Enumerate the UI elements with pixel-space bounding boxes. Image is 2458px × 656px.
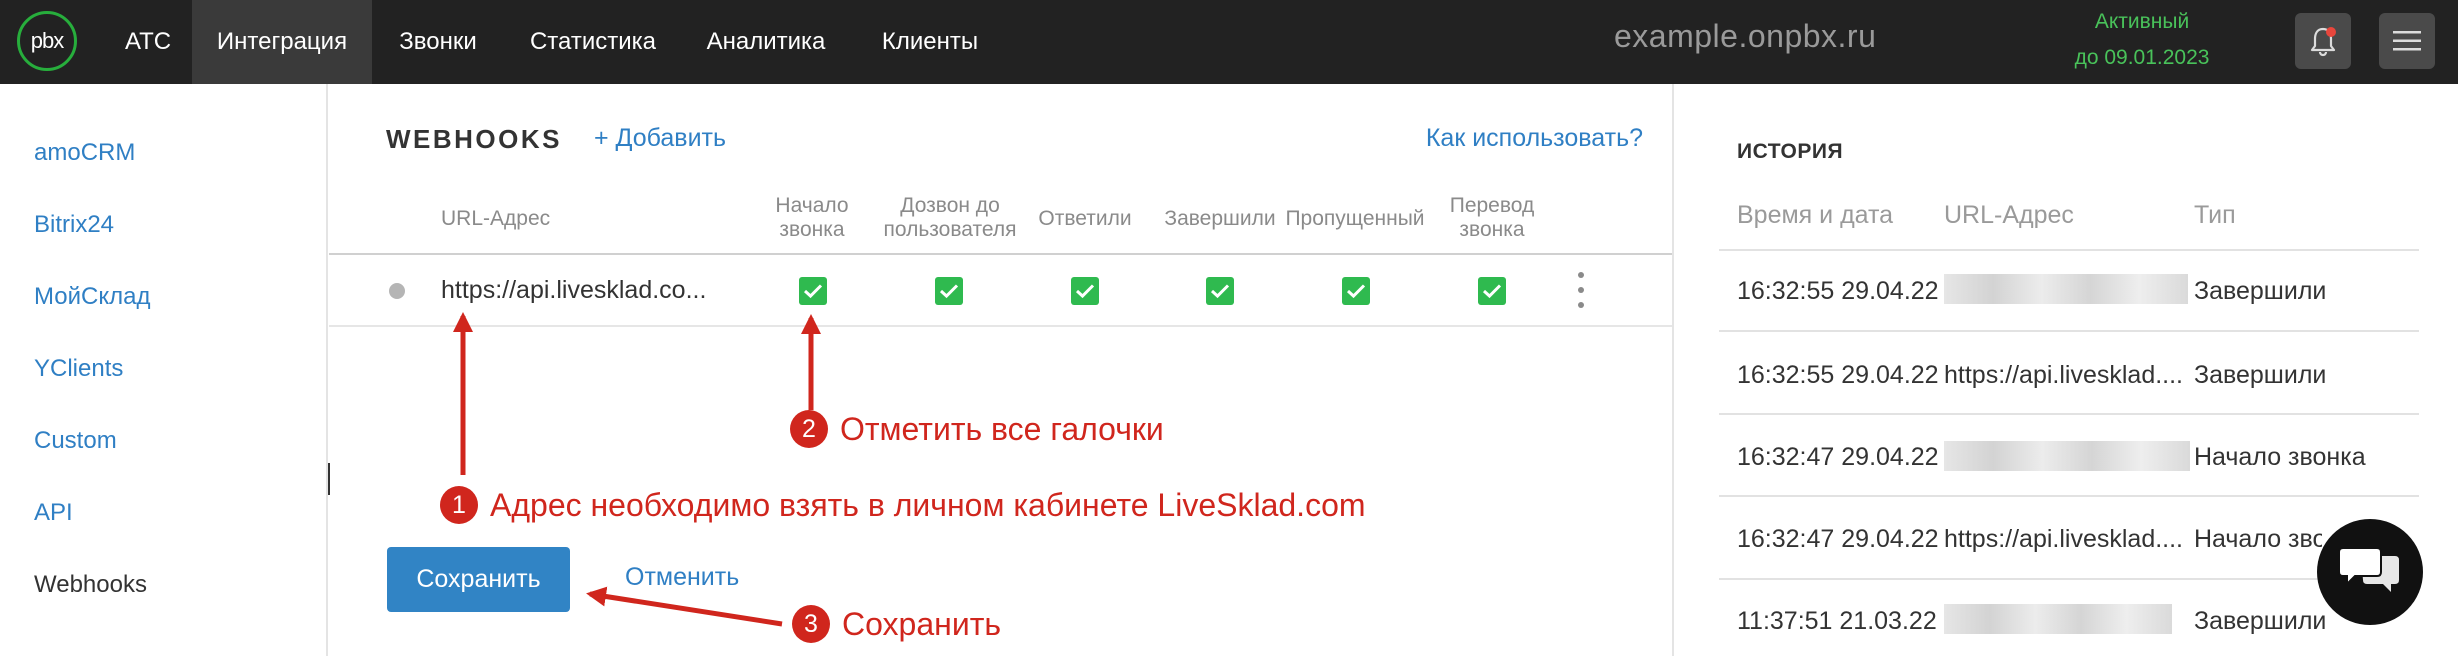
- history-url: https://api.livesklad....: [1944, 361, 2184, 389]
- history-datetime: 16:32:47 29.04.22: [1737, 525, 1939, 553]
- history-row-divider: [1719, 330, 2419, 332]
- history-datetime: 11:37:51 21.03.22: [1737, 607, 1937, 635]
- history-header-divider: [1719, 249, 2419, 251]
- history-datetime: 16:32:55 29.04.22: [1737, 277, 1939, 305]
- chat-bubbles-icon: [2338, 547, 2399, 592]
- history-datetime: 16:32:47 29.04.22: [1737, 443, 1939, 471]
- history-type: Завершили: [2194, 277, 2327, 305]
- history-type: Завершили: [2194, 607, 2327, 635]
- annotation-badge: 1: [440, 486, 478, 524]
- annotation-text: Сохранить: [842, 605, 1002, 642]
- annotation-1: 1 Адрес необходимо взять в личном кабине…: [440, 486, 1366, 524]
- redacted-url: [1944, 274, 2188, 304]
- history-datetime: 16:32:55 29.04.22: [1737, 361, 1939, 389]
- history-row-divider: [1719, 495, 2419, 497]
- history-type: Завершили: [2194, 361, 2327, 389]
- history-header-type: Тип: [2194, 201, 2236, 229]
- annotation-2: 2 Отметить все галочки: [790, 410, 1164, 448]
- history-url: https://api.livesklad....: [1944, 525, 2184, 553]
- annotation-text: Адрес необходимо взять в личном кабинете…: [490, 486, 1366, 523]
- redacted-url: [1944, 441, 2190, 471]
- history-header-url: URL-Адрес: [1944, 201, 2074, 229]
- annotation-3: 3 Сохранить: [792, 605, 1001, 643]
- chat-widget-button[interactable]: [2317, 519, 2423, 625]
- annotation-badge: 2: [790, 410, 828, 448]
- redacted-url: [1944, 604, 2172, 634]
- history-header-datetime: Время и дата: [1737, 201, 1894, 229]
- history-row-divider: [1719, 413, 2419, 415]
- arrow-3: [586, 586, 783, 627]
- history-row-divider: [1719, 578, 2419, 580]
- annotation-badge: 3: [792, 605, 830, 643]
- annotation-arrows: [453, 312, 821, 627]
- history-panel-divider: [1672, 84, 1674, 656]
- history-type: Начало звонка: [2194, 443, 2366, 471]
- history-title: ИСТОРИЯ: [1737, 140, 1844, 163]
- history-type: Начало звонка: [2194, 525, 2322, 553]
- annotation-text: Отметить все галочки: [840, 410, 1164, 447]
